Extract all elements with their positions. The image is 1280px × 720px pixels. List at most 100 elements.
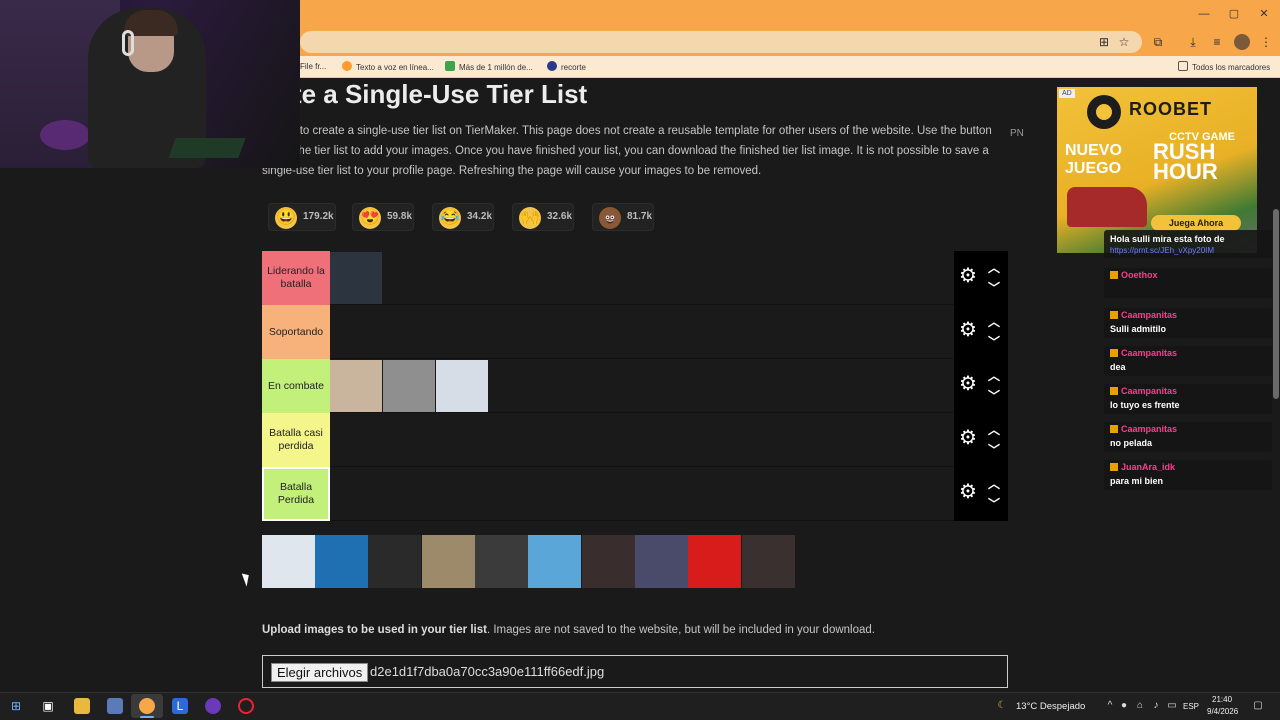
- move-up-icon[interactable]: ︿: [986, 261, 1002, 275]
- move-up-icon[interactable]: ︿: [986, 369, 1002, 383]
- pool-image[interactable]: [582, 535, 635, 588]
- clock-date[interactable]: 9/4/2026: [1207, 707, 1238, 716]
- reaction-count: 34.2k: [467, 211, 493, 222]
- heart-eyes-emoji-icon: 😍: [359, 207, 381, 229]
- tier-controls: ⚙ ︿ ﹀: [954, 359, 1008, 413]
- address-bar[interactable]: [300, 31, 1142, 53]
- tier-items[interactable]: [330, 467, 954, 521]
- reaction-heart-eyes-button[interactable]: 😍 59.8k: [352, 203, 414, 231]
- tray-chevron-icon[interactable]: ^: [1104, 700, 1116, 712]
- bookmark-favicon-icon: [547, 61, 557, 71]
- file-explorer-icon[interactable]: [74, 698, 90, 714]
- download-icon[interactable]: ⤓: [1185, 34, 1201, 50]
- choose-files-button[interactable]: Elegir archivos: [271, 663, 369, 682]
- windows-start-icon[interactable]: ⊞: [8, 698, 24, 714]
- tier-label[interactable]: Liderando la batalla: [262, 251, 330, 305]
- page-scrollbar[interactable]: [1272, 79, 1280, 692]
- reaction-laugh-button[interactable]: 😂 34.2k: [432, 203, 494, 231]
- gear-icon[interactable]: ⚙: [958, 428, 978, 448]
- reaction-smile-button[interactable]: 😃 179.2k: [268, 203, 336, 231]
- chat-link[interactable]: https://prnt.sc/JEh_vXpy20IM: [1110, 246, 1214, 255]
- pool-image[interactable]: [742, 535, 795, 588]
- reaction-hands-button[interactable]: 🙌 32.6k: [512, 203, 574, 231]
- playlist-icon[interactable]: ≡: [1209, 34, 1225, 50]
- translate-icon[interactable]: ⊞: [1096, 34, 1112, 50]
- obs-icon[interactable]: [238, 698, 254, 714]
- chat-username-text: Caampanitas: [1121, 310, 1178, 320]
- ad-cta-button[interactable]: Juega Ahora: [1151, 215, 1241, 231]
- pool-image[interactable]: [368, 535, 421, 588]
- pool-image[interactable]: [528, 535, 581, 588]
- tier-items[interactable]: [330, 359, 954, 413]
- task-view-icon[interactable]: ▣: [40, 698, 56, 714]
- move-down-icon[interactable]: ﹀: [986, 335, 1002, 349]
- network-icon[interactable]: ⌂: [1134, 700, 1146, 712]
- move-down-icon[interactable]: ﹀: [986, 389, 1002, 403]
- pool-image[interactable]: [475, 535, 528, 588]
- tier-label[interactable]: Batalla Perdida: [262, 467, 330, 521]
- bookmark-item[interactable]: File fr...: [300, 61, 326, 73]
- move-up-icon[interactable]: ︿: [986, 423, 1002, 437]
- tier-image[interactable]: [330, 252, 382, 304]
- chat-username: Ooethox: [1110, 269, 1158, 281]
- tier-image[interactable]: [383, 360, 435, 412]
- file-upload-field[interactable]: Elegir archivos d2e1d1f7dba0a70cc3a90e11…: [262, 655, 1008, 688]
- advertisement[interactable]: AD ROOBET CCTV GAME RUSH HOUR NUEVO JUEG…: [1057, 87, 1257, 253]
- tier-image[interactable]: [436, 360, 488, 412]
- chrome-icon[interactable]: [139, 698, 155, 714]
- move-down-icon[interactable]: ﹀: [986, 281, 1002, 295]
- discord-icon[interactable]: [205, 698, 221, 714]
- gear-icon[interactable]: ⚙: [958, 482, 978, 502]
- headset-icon: [122, 30, 134, 56]
- pool-image[interactable]: [688, 535, 741, 588]
- weather-moon-icon[interactable]: ☾: [996, 700, 1008, 712]
- tier-row: Batalla Perdida ⚙ ︿ ﹀: [262, 467, 1008, 521]
- battery-icon[interactable]: ▭: [1166, 700, 1178, 712]
- move-up-icon[interactable]: ︿: [986, 477, 1002, 491]
- tier-image[interactable]: [330, 360, 382, 412]
- tier-label[interactable]: Batalla casi perdida: [262, 413, 330, 467]
- pool-image[interactable]: [315, 535, 368, 588]
- app-l-icon[interactable]: L: [172, 698, 188, 714]
- microphone-icon[interactable]: ●: [1118, 700, 1130, 712]
- tier-label[interactable]: En combate: [262, 359, 330, 413]
- gear-icon[interactable]: ⚙: [958, 320, 978, 340]
- language-indicator[interactable]: ESP: [1183, 702, 1199, 711]
- all-bookmarks[interactable]: Todos los marcadores: [1178, 61, 1270, 73]
- weather-text[interactable]: 13°C Despejado: [1016, 701, 1085, 712]
- bookmark-item[interactable]: Más de 1 millón de...: [445, 61, 533, 73]
- pool-image[interactable]: [262, 535, 315, 588]
- pool-image[interactable]: [422, 535, 475, 588]
- profile-avatar-icon[interactable]: [1234, 34, 1250, 50]
- close-icon[interactable]: ✕: [1254, 6, 1274, 22]
- pool-image[interactable]: [635, 535, 688, 588]
- tier-items[interactable]: [330, 413, 954, 467]
- gear-icon[interactable]: ⚙: [958, 266, 978, 286]
- tier-row: Batalla casi perdida ⚙ ︿ ﹀: [262, 413, 1008, 467]
- volume-icon[interactable]: ♪: [1150, 700, 1162, 712]
- menu-icon[interactable]: ⋮: [1258, 34, 1274, 50]
- intro-text: s page to create a single-use tier list …: [262, 125, 992, 177]
- tier-items[interactable]: [330, 305, 954, 359]
- tier-items[interactable]: [330, 251, 954, 305]
- move-down-icon[interactable]: ﹀: [986, 497, 1002, 511]
- maximize-icon[interactable]: ▢: [1224, 6, 1244, 22]
- upload-instructions: Upload images to be used in your tier li…: [262, 624, 875, 636]
- bookmark-item[interactable]: Texto a voz en línea...: [342, 61, 434, 73]
- chat-message: Sulli admitilo: [1110, 324, 1167, 334]
- extensions-icon[interactable]: ⧉: [1150, 34, 1166, 50]
- bookmark-item[interactable]: recorte: [547, 61, 586, 73]
- tier-row: Liderando la batalla ⚙ ︿ ﹀: [262, 251, 1008, 305]
- chat-username: Caampanitas: [1110, 347, 1177, 359]
- scroll-thumb[interactable]: [1273, 209, 1279, 399]
- clock-time[interactable]: 21:40: [1212, 695, 1232, 704]
- star-icon[interactable]: ☆: [1116, 34, 1132, 50]
- tier-label[interactable]: Soportando: [262, 305, 330, 359]
- move-down-icon[interactable]: ﹀: [986, 443, 1002, 457]
- notifications-icon[interactable]: ▢: [1252, 700, 1264, 712]
- calculator-icon[interactable]: [107, 698, 123, 714]
- minimize-icon[interactable]: —: [1194, 6, 1214, 22]
- reaction-poop-button[interactable]: 💩 81.7k: [592, 203, 654, 231]
- move-up-icon[interactable]: ︿: [986, 315, 1002, 329]
- gear-icon[interactable]: ⚙: [958, 374, 978, 394]
